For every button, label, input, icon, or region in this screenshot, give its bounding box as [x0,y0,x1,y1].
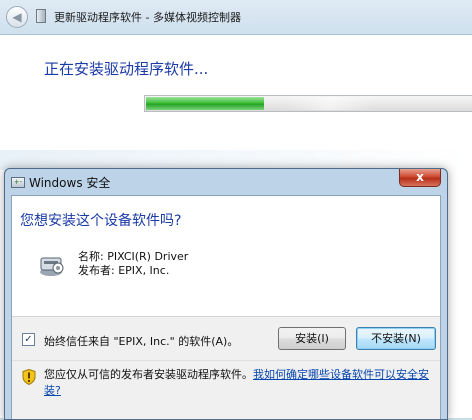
dialog-title: Windows 安全 [29,176,111,190]
security-window-icon: +- [11,177,25,188]
shield-warning-icon [22,369,36,385]
install-progress-bar [144,95,472,112]
dialog-body: 您想安装这个设备软件吗? 名称: PIXCI(R) Driver 发布者: EP… [11,195,441,419]
wizard-titlebar: ◀ 更新驱动程序软件 - 多媒体视频控制器 [0,0,472,35]
wizard-title: 更新驱动程序软件 - 多媒体视频控制器 [54,11,241,24]
driver-package-icon [40,257,64,276]
always-trust-checkbox[interactable]: ✓ [22,333,35,346]
install-button[interactable]: 安装(I) [278,327,346,350]
windows-security-dialog: +- Windows 安全 x 您想安装这个设备软件吗? 名称: PIXCI(R… [4,168,448,420]
close-icon: x [416,170,424,184]
close-button[interactable]: x [399,169,441,187]
checkmark-icon: ✓ [24,334,33,345]
driver-publisher: 发布者: EPIX, Inc. [78,264,170,277]
wizard-heading: 正在安装驱动程序软件... [44,60,209,78]
install-question: 您想安装这个设备软件吗? [20,213,182,229]
always-trust-label[interactable]: 始终信任来自 "EPIX, Inc." 的软件(A)。 [44,333,238,349]
progress-fill [146,97,264,110]
dont-install-button[interactable]: 不安装(N) [356,327,436,350]
warning-message: 您应仅从可信的发布者安装驱动程序软件。我如何确定哪些设备软件可以安全安装? [44,367,434,399]
trust-row: ✓ 始终信任来自 "EPIX, Inc." 的软件(A)。 安装(I) 不安装(… [12,316,440,361]
progress-shine [285,97,375,110]
warning-text: 您应仅从可信的发布者安装驱动程序软件。 [44,368,253,381]
window-background-stripe [0,150,472,170]
back-button[interactable]: ◀ [6,6,28,28]
back-arrow-icon: ◀ [12,10,22,24]
warning-row: 您应仅从可信的发布者安装驱动程序软件。我如何确定哪些设备软件可以安全安装? [12,360,440,419]
device-icon [36,9,46,23]
dialog-titlebar[interactable]: +- Windows 安全 x [5,169,447,195]
